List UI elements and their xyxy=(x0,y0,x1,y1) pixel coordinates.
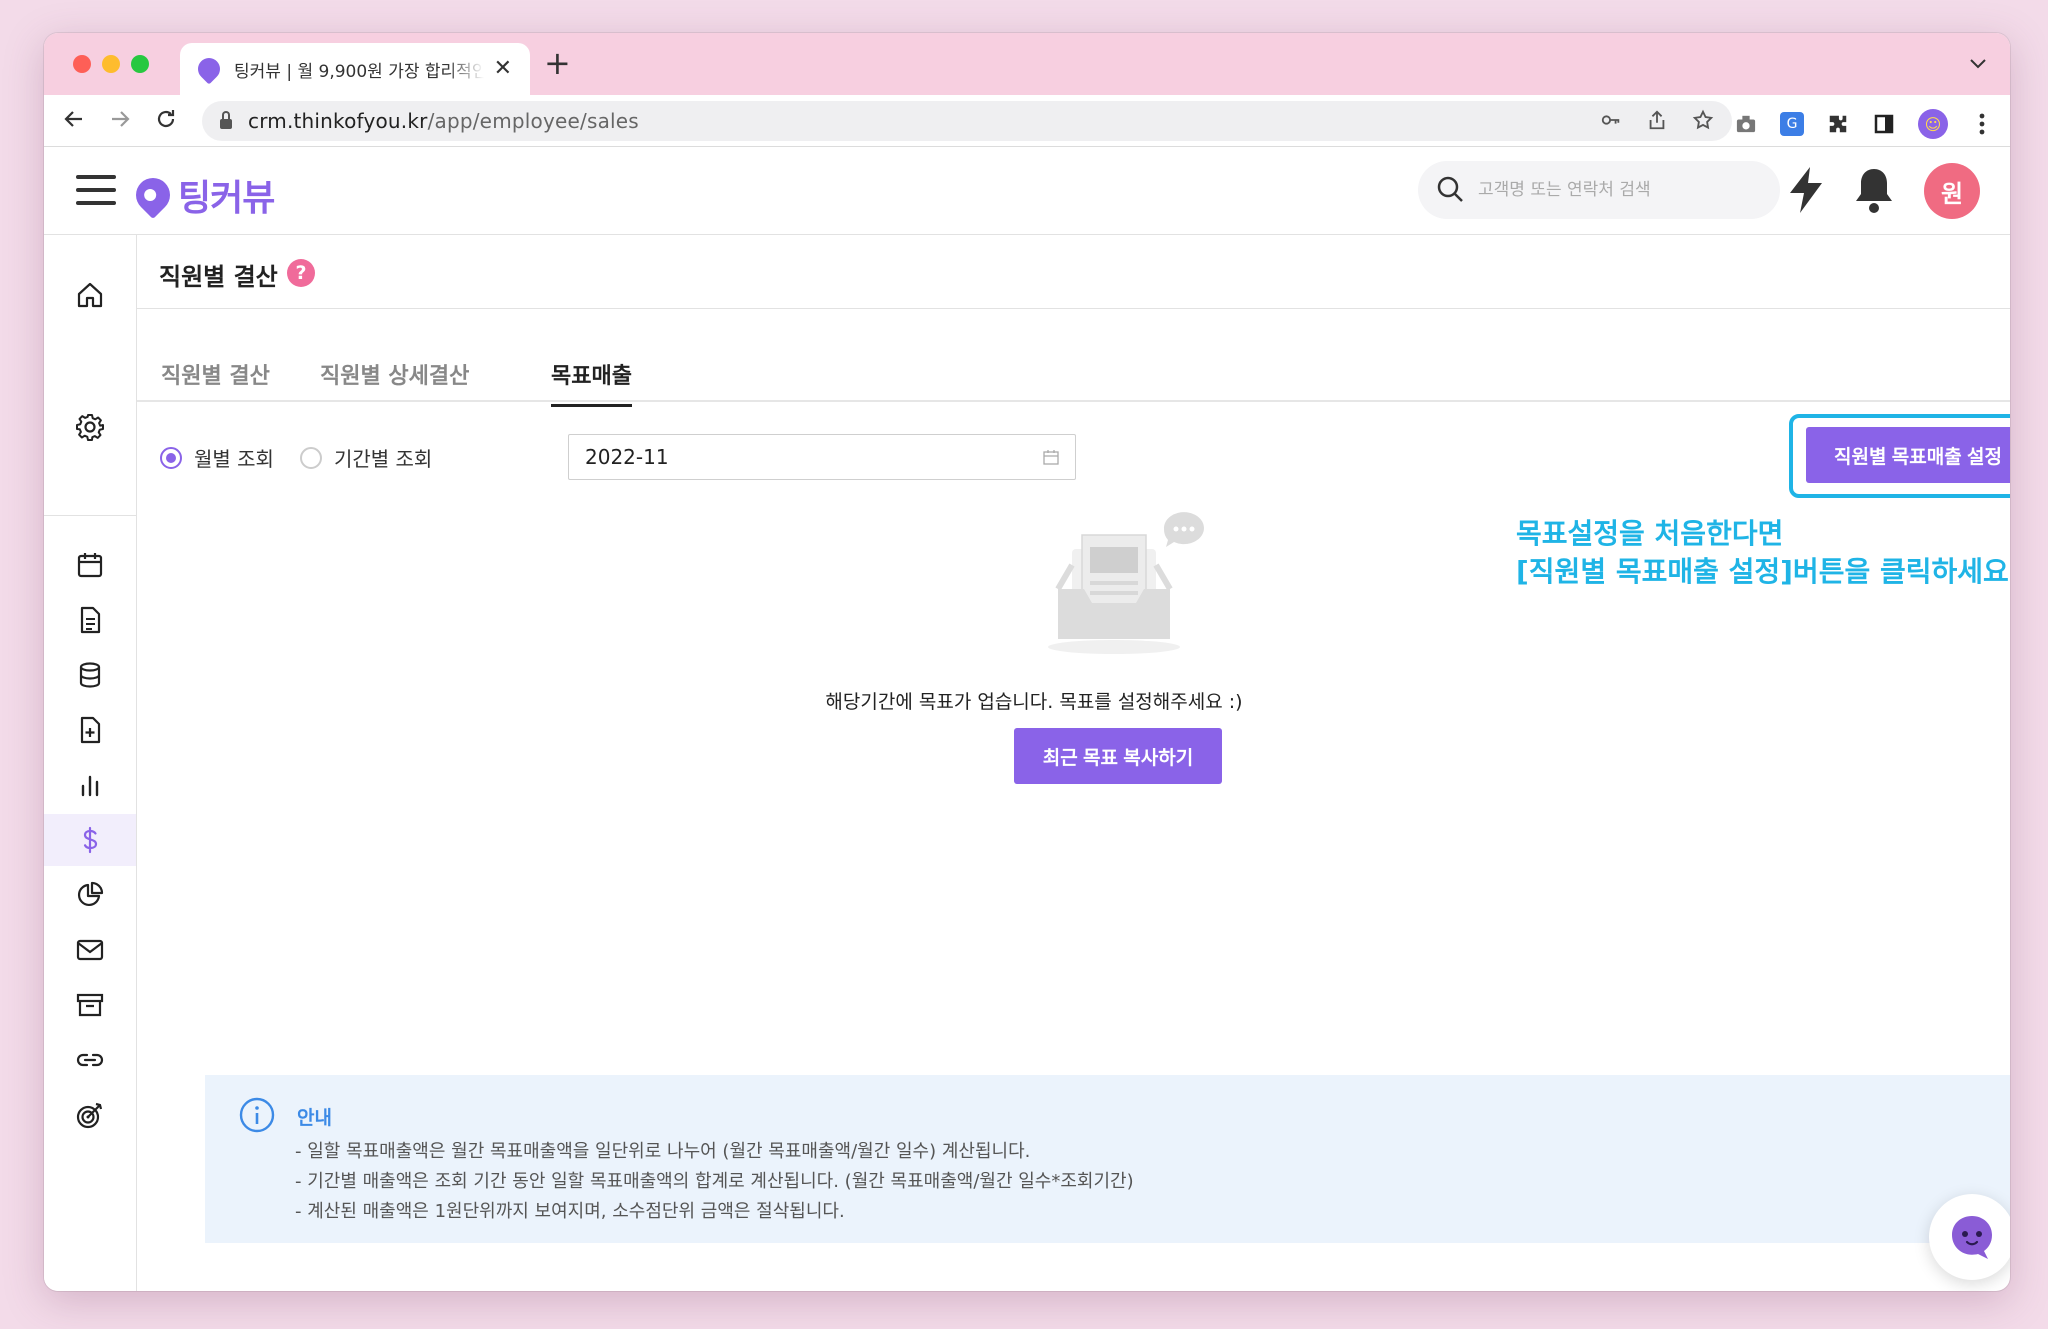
period-radio-label[interactable]: 기간별 조회 xyxy=(334,443,432,472)
period-radio[interactable] xyxy=(299,446,322,469)
empty-inbox-illustration xyxy=(1048,512,1204,654)
hint-line-2: [직원별 목표매출 설정]버튼을 클릭하세요 xyxy=(1516,555,2009,588)
search-box[interactable] xyxy=(1418,161,1780,219)
notice-title: 안내 xyxy=(297,1107,332,1129)
monthly-radio[interactable] xyxy=(160,446,182,469)
bookmark-star-icon[interactable] xyxy=(1692,109,1714,136)
browser-toolbar: crm.thinkofyou.kr/app/employee/sales G ☺ xyxy=(44,95,2010,147)
settings-icon[interactable] xyxy=(44,401,136,453)
calendar-small-icon xyxy=(1043,450,1059,465)
browser-tab[interactable]: 팅커뷰 | 월 9,900원 가장 합리적인 ✕ xyxy=(180,43,530,95)
bar-chart-icon[interactable] xyxy=(44,759,136,811)
zoom-window-button[interactable] xyxy=(131,55,149,73)
translate-icon[interactable]: G xyxy=(1780,112,1804,136)
hint-line-1: 목표설정을 처음한다면 xyxy=(1516,517,1784,550)
reload-icon[interactable] xyxy=(154,107,178,136)
url-host: crm.thinkofyou.kr xyxy=(248,109,428,133)
key-icon[interactable] xyxy=(1600,109,1622,136)
home-icon[interactable] xyxy=(44,269,136,321)
calendar-icon[interactable] xyxy=(44,539,136,591)
tab-title: 팅커뷰 | 월 9,900원 가장 합리적인 xyxy=(234,61,484,82)
notice-line: - 기간별 매출액은 조회 기간 동안 일할 목표매출액의 합계로 계산됩니다.… xyxy=(295,1171,1134,1192)
chat-button[interactable] xyxy=(1929,1194,2010,1280)
search-icon xyxy=(1437,176,1463,202)
notice-line: - 일할 목표매출액은 월간 목표매출액을 일단위로 나누어 (월간 목표매출액… xyxy=(295,1141,1031,1162)
tab-employee-settlement[interactable]: 직원별 결산 xyxy=(161,358,270,404)
tab-bar: 직원별 결산 직원별 상세결산 목표매출 xyxy=(137,310,2010,407)
view-mode-radio-group: 월별 조회 기간별 조회 xyxy=(160,443,458,472)
database-icon[interactable] xyxy=(44,649,136,701)
link-icon[interactable] xyxy=(44,1034,136,1086)
profile-icon[interactable]: ☺ xyxy=(1918,109,1948,139)
month-picker-value: 2022-11 xyxy=(585,445,669,469)
help-icon[interactable]: ? xyxy=(287,259,315,287)
dollar-icon[interactable] xyxy=(44,814,136,866)
document-icon[interactable] xyxy=(44,594,136,646)
tab-search-icon[interactable] xyxy=(1970,53,1986,74)
chat-bot-icon xyxy=(1952,1216,1992,1259)
tab-strip: 팅커뷰 | 월 9,900원 가장 합리적인 ✕ + xyxy=(44,33,2010,95)
tab-target-sales[interactable]: 목표매출 xyxy=(551,358,632,407)
back-icon[interactable] xyxy=(62,107,86,136)
logo[interactable]: 팅커뷰 xyxy=(128,169,275,221)
side-panel-icon[interactable] xyxy=(1872,112,1896,136)
address-bar[interactable]: crm.thinkofyou.kr/app/employee/sales xyxy=(202,101,1732,141)
month-picker[interactable]: 2022-11 xyxy=(568,434,1076,480)
sidebar-divider xyxy=(44,515,136,516)
page-header: 직원별 결산 ? xyxy=(137,235,2010,309)
mail-icon[interactable] xyxy=(44,924,136,976)
search-input[interactable] xyxy=(1478,180,1758,200)
info-icon xyxy=(239,1097,275,1133)
page-title: 직원별 결산 xyxy=(159,263,278,291)
sidebar xyxy=(44,235,137,1291)
camera-icon[interactable] xyxy=(1734,112,1758,136)
hint-annotation: 목표설정을 처음한다면 [직원별 목표매출 설정]버튼을 클릭하세요 xyxy=(1516,515,2009,591)
forward-icon[interactable] xyxy=(108,107,132,136)
extensions-icon[interactable] xyxy=(1826,112,1850,136)
minimize-window-button[interactable] xyxy=(102,55,120,73)
logo-mark-icon xyxy=(128,170,178,220)
target-icon[interactable] xyxy=(44,1089,136,1141)
lock-icon xyxy=(220,111,232,129)
menu-icon[interactable] xyxy=(76,175,116,205)
tab-close-icon[interactable]: ✕ xyxy=(494,58,512,80)
set-target-sales-button[interactable]: 직원별 목표매출 설정 xyxy=(1806,427,2010,483)
app-header: 팅커뷰 원 xyxy=(44,147,2010,235)
archive-icon[interactable] xyxy=(44,979,136,1031)
favicon-icon xyxy=(193,53,225,85)
notice-line: - 계산된 매출액은 1원단위까지 보여지며, 소수점단위 금액은 절삭됩니다. xyxy=(295,1201,845,1222)
copy-recent-target-button[interactable]: 최근 목표 복사하기 xyxy=(1014,728,1222,784)
new-tab-button[interactable]: + xyxy=(544,47,571,79)
logo-text: 팅커뷰 xyxy=(178,178,275,219)
more-menu-icon[interactable] xyxy=(1970,112,1994,136)
pie-chart-icon[interactable] xyxy=(44,869,136,921)
empty-state-message: 해당기간에 목표가 업습니다. 목표를 설정해주세요 :) xyxy=(825,691,1243,713)
bell-icon[interactable] xyxy=(1852,165,1896,215)
browser-window: 팅커뷰 | 월 9,900원 가장 합리적인 ✕ + crm.thinkofyo… xyxy=(44,33,2010,1291)
file-plus-icon[interactable] xyxy=(44,704,136,756)
share-icon[interactable] xyxy=(1646,109,1668,136)
info-notice: 안내 - 일할 목표매출액은 월간 목표매출액을 일단위로 나누어 (월간 목표… xyxy=(205,1075,2010,1243)
tab-employee-detail-settlement[interactable]: 직원별 상세결산 xyxy=(320,358,469,404)
close-window-button[interactable] xyxy=(73,55,91,73)
avatar[interactable]: 원 xyxy=(1924,163,1980,219)
url-path: /app/employee/sales xyxy=(427,109,639,133)
monthly-radio-label[interactable]: 월별 조회 xyxy=(194,443,274,472)
bolt-icon[interactable] xyxy=(1786,165,1826,215)
